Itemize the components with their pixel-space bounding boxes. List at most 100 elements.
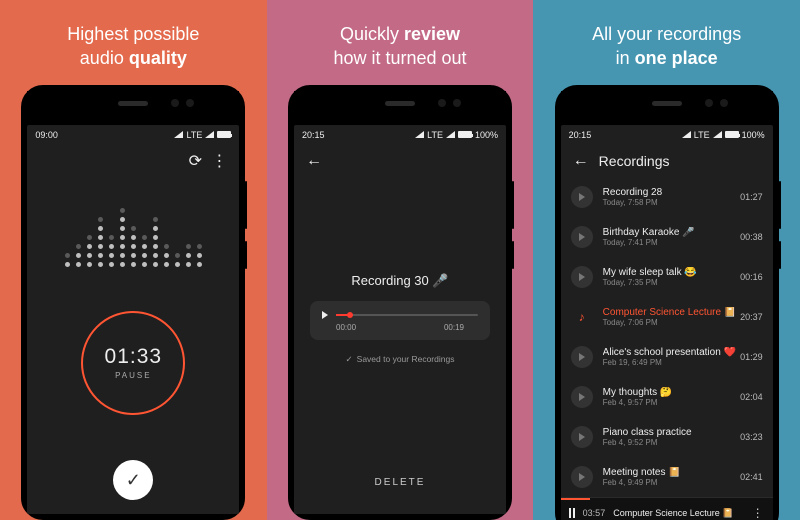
audio-meter xyxy=(65,195,202,267)
item-duration: 02:41 xyxy=(740,472,763,482)
back-icon[interactable]: ← xyxy=(569,149,593,173)
play-icon[interactable] xyxy=(322,311,328,319)
item-duration: 01:29 xyxy=(740,352,763,362)
play-icon[interactable] xyxy=(571,386,593,408)
seek-bar[interactable] xyxy=(336,314,478,316)
list-item[interactable]: Alice's school presentation ❤️Feb 19, 6:… xyxy=(561,337,773,377)
play-icon[interactable] xyxy=(571,346,593,368)
play-icon[interactable] xyxy=(571,426,593,448)
play-icon[interactable] xyxy=(571,226,593,248)
list-item[interactable]: ♪Computer Science Lecture 📔Today, 7:06 P… xyxy=(561,297,773,337)
phone-frame: 20:15 LTE 100% ← Recordings Recording 28… xyxy=(555,85,779,520)
promo-panel-review: Quickly review how it turned out 20:15 L… xyxy=(267,0,534,520)
app-bar: ⟳ ⋮ xyxy=(27,145,239,177)
bezel-top xyxy=(27,91,239,125)
status-net: LTE xyxy=(427,130,443,140)
item-name: Meeting notes 📔 xyxy=(603,467,740,478)
screen: 09:00 LTE ⟳ ⋮ 01:33 xyxy=(27,125,239,514)
status-batt: 100% xyxy=(742,130,765,140)
status-time: 20:15 xyxy=(302,130,325,140)
bezel-top xyxy=(294,91,506,125)
headline-line2-bold: quality xyxy=(129,48,187,68)
phone-frame: 20:15 LTE 100% ← Recording 30 🎤 xyxy=(288,85,512,520)
play-icon[interactable] xyxy=(571,466,593,488)
item-name: Computer Science Lecture 📔 xyxy=(603,307,740,318)
play-icon[interactable] xyxy=(571,266,593,288)
item-name: Alice's school presentation ❤️ xyxy=(603,347,740,358)
headline-line1: Highest possible xyxy=(67,24,199,44)
status-batt: 100% xyxy=(475,130,498,140)
record-ring[interactable]: 01:33 PAUSE xyxy=(81,311,185,415)
signal-icon xyxy=(415,131,424,138)
headline: All your recordings in one place xyxy=(592,22,741,71)
battery-icon xyxy=(458,131,472,138)
now-playing-title: Computer Science Lecture 📔 xyxy=(613,508,743,519)
item-duration: 00:38 xyxy=(740,232,763,242)
phone-frame: 09:00 LTE ⟳ ⋮ 01:33 xyxy=(21,85,245,520)
list-item[interactable]: Recording 28Today, 7:58 PM01:27 xyxy=(561,177,773,217)
wifi-icon xyxy=(446,131,455,138)
headline: Highest possible audio quality xyxy=(67,22,199,71)
battery-icon xyxy=(725,131,739,138)
status-time: 09:00 xyxy=(35,130,58,140)
pause-icon[interactable] xyxy=(569,508,575,518)
item-sub: Today, 7:41 PM xyxy=(603,238,740,247)
signal-icon xyxy=(682,131,691,138)
item-duration: 01:27 xyxy=(740,192,763,202)
time-start: 00:00 xyxy=(336,323,356,332)
list-item[interactable]: Birthday Karaoke 🎤Today, 7:41 PM00:38 xyxy=(561,217,773,257)
more-icon[interactable]: ⋮ xyxy=(207,149,231,173)
item-name: Recording 28 xyxy=(603,187,740,198)
app-bar: ← Recordings xyxy=(561,145,773,177)
promo-panel-list: All your recordings in one place 20:15 L… xyxy=(533,0,800,520)
item-duration: 03:23 xyxy=(740,432,763,442)
music-note-icon[interactable]: ♪ xyxy=(571,306,593,328)
delete-button[interactable]: DELETE xyxy=(375,477,426,488)
promo-panel-quality: Highest possible audio quality 09:00 LTE xyxy=(0,0,267,520)
player-card: 00:00 00:19 xyxy=(310,301,490,340)
now-playing-time: 03:57 xyxy=(583,508,606,518)
time-end: 00:19 xyxy=(444,323,464,332)
headline-line2-bold: one place xyxy=(635,48,718,68)
recordings-list[interactable]: Recording 28Today, 7:58 PM01:27Birthday … xyxy=(561,177,773,497)
now-playing-bar[interactable]: 03:57 Computer Science Lecture 📔 ⋮ xyxy=(561,497,773,520)
check-icon: ✓ xyxy=(126,470,141,491)
status-time: 20:15 xyxy=(569,130,592,140)
list-item[interactable]: Meeting notes 📔Feb 4, 9:49 PM02:41 xyxy=(561,457,773,497)
back-icon[interactable]: ← xyxy=(302,149,326,173)
more-icon[interactable]: ⋮ xyxy=(752,506,765,520)
status-net: LTE xyxy=(694,130,710,140)
list-item[interactable]: My wife sleep talk 😂Today, 7:35 PM00:16 xyxy=(561,257,773,297)
status-net: LTE xyxy=(186,130,202,140)
bezel-top xyxy=(561,91,773,125)
item-name: My thoughts 🤔 xyxy=(603,387,740,398)
recording-title: Recording 30 🎤 xyxy=(351,273,448,289)
item-sub: Feb 4, 9:49 PM xyxy=(603,478,740,487)
play-icon[interactable] xyxy=(571,186,593,208)
item-sub: Feb 19, 6:49 PM xyxy=(603,358,740,367)
item-duration: 02:04 xyxy=(740,392,763,402)
headline-line2: how it turned out xyxy=(333,48,466,68)
battery-icon xyxy=(217,131,231,138)
item-name: My wife sleep talk 😂 xyxy=(603,267,740,278)
screen: 20:15 LTE 100% ← Recording 30 🎤 xyxy=(294,125,506,514)
status-bar: 09:00 LTE xyxy=(27,125,239,145)
app-bar: ← xyxy=(294,145,506,177)
headline-line2-pre: audio xyxy=(80,48,129,68)
headline: Quickly review how it turned out xyxy=(333,22,466,71)
wifi-icon xyxy=(205,131,214,138)
headline-line1-pre: Quickly xyxy=(340,24,404,44)
item-duration: 20:37 xyxy=(740,312,763,322)
list-item[interactable]: My thoughts 🤔Feb 4, 9:57 PM02:04 xyxy=(561,377,773,417)
item-duration: 00:16 xyxy=(740,272,763,282)
item-sub: Today, 7:35 PM xyxy=(603,278,740,287)
status-bar: 20:15 LTE 100% xyxy=(294,125,506,145)
saved-toast: ✓ Saved to your Recordings xyxy=(346,354,455,365)
page-title: Recordings xyxy=(599,153,670,169)
screen: 20:15 LTE 100% ← Recordings Recording 28… xyxy=(561,125,773,520)
signal-icon xyxy=(174,131,183,138)
list-item[interactable]: Piano class practiceFeb 4, 9:52 PM03:23 xyxy=(561,417,773,457)
headline-line2-pre: in xyxy=(616,48,635,68)
repeat-icon[interactable]: ⟳ xyxy=(183,149,207,173)
stop-button[interactable]: ✓ xyxy=(113,460,153,500)
